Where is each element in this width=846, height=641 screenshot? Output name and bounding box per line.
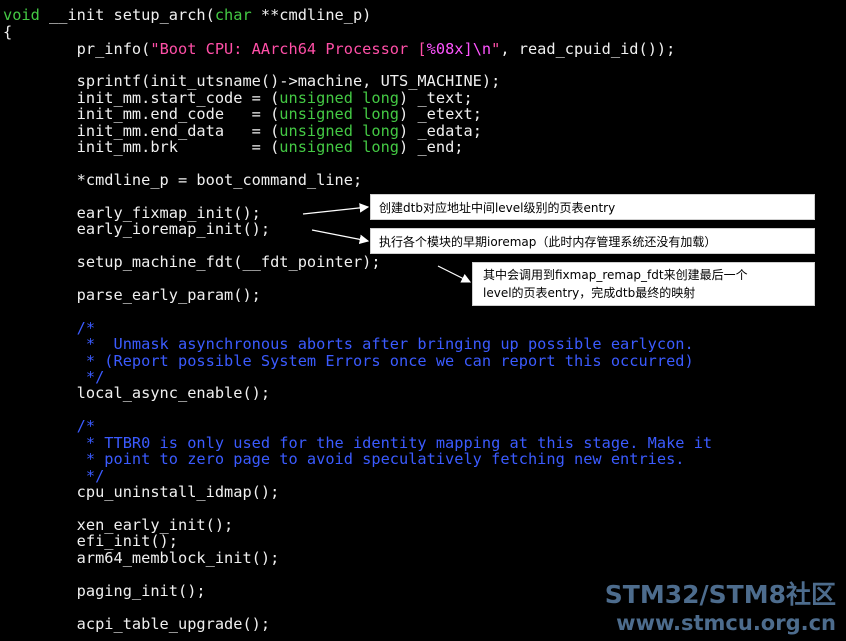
watermark-title: STM32/STM8社区 [604, 580, 836, 609]
arrow-fixmap [302, 203, 370, 215]
arrow-fdt [437, 265, 472, 283]
watermark-url: www.stmcu.org.cn [616, 611, 836, 635]
arrow-ioremap [311, 229, 370, 245]
annotation-ioremap: 执行各个模块的早期ioremap（此时内存管理系统还没有加载） [370, 228, 815, 254]
annotation-fixmap: 创建dtb对应地址中间level级别的页表entry [370, 194, 815, 220]
annotation-fdt: 其中会调用到fixmap_remap_fdt来创建最后一个 level的页表en… [472, 262, 815, 306]
annotation-arrows [302, 203, 472, 283]
